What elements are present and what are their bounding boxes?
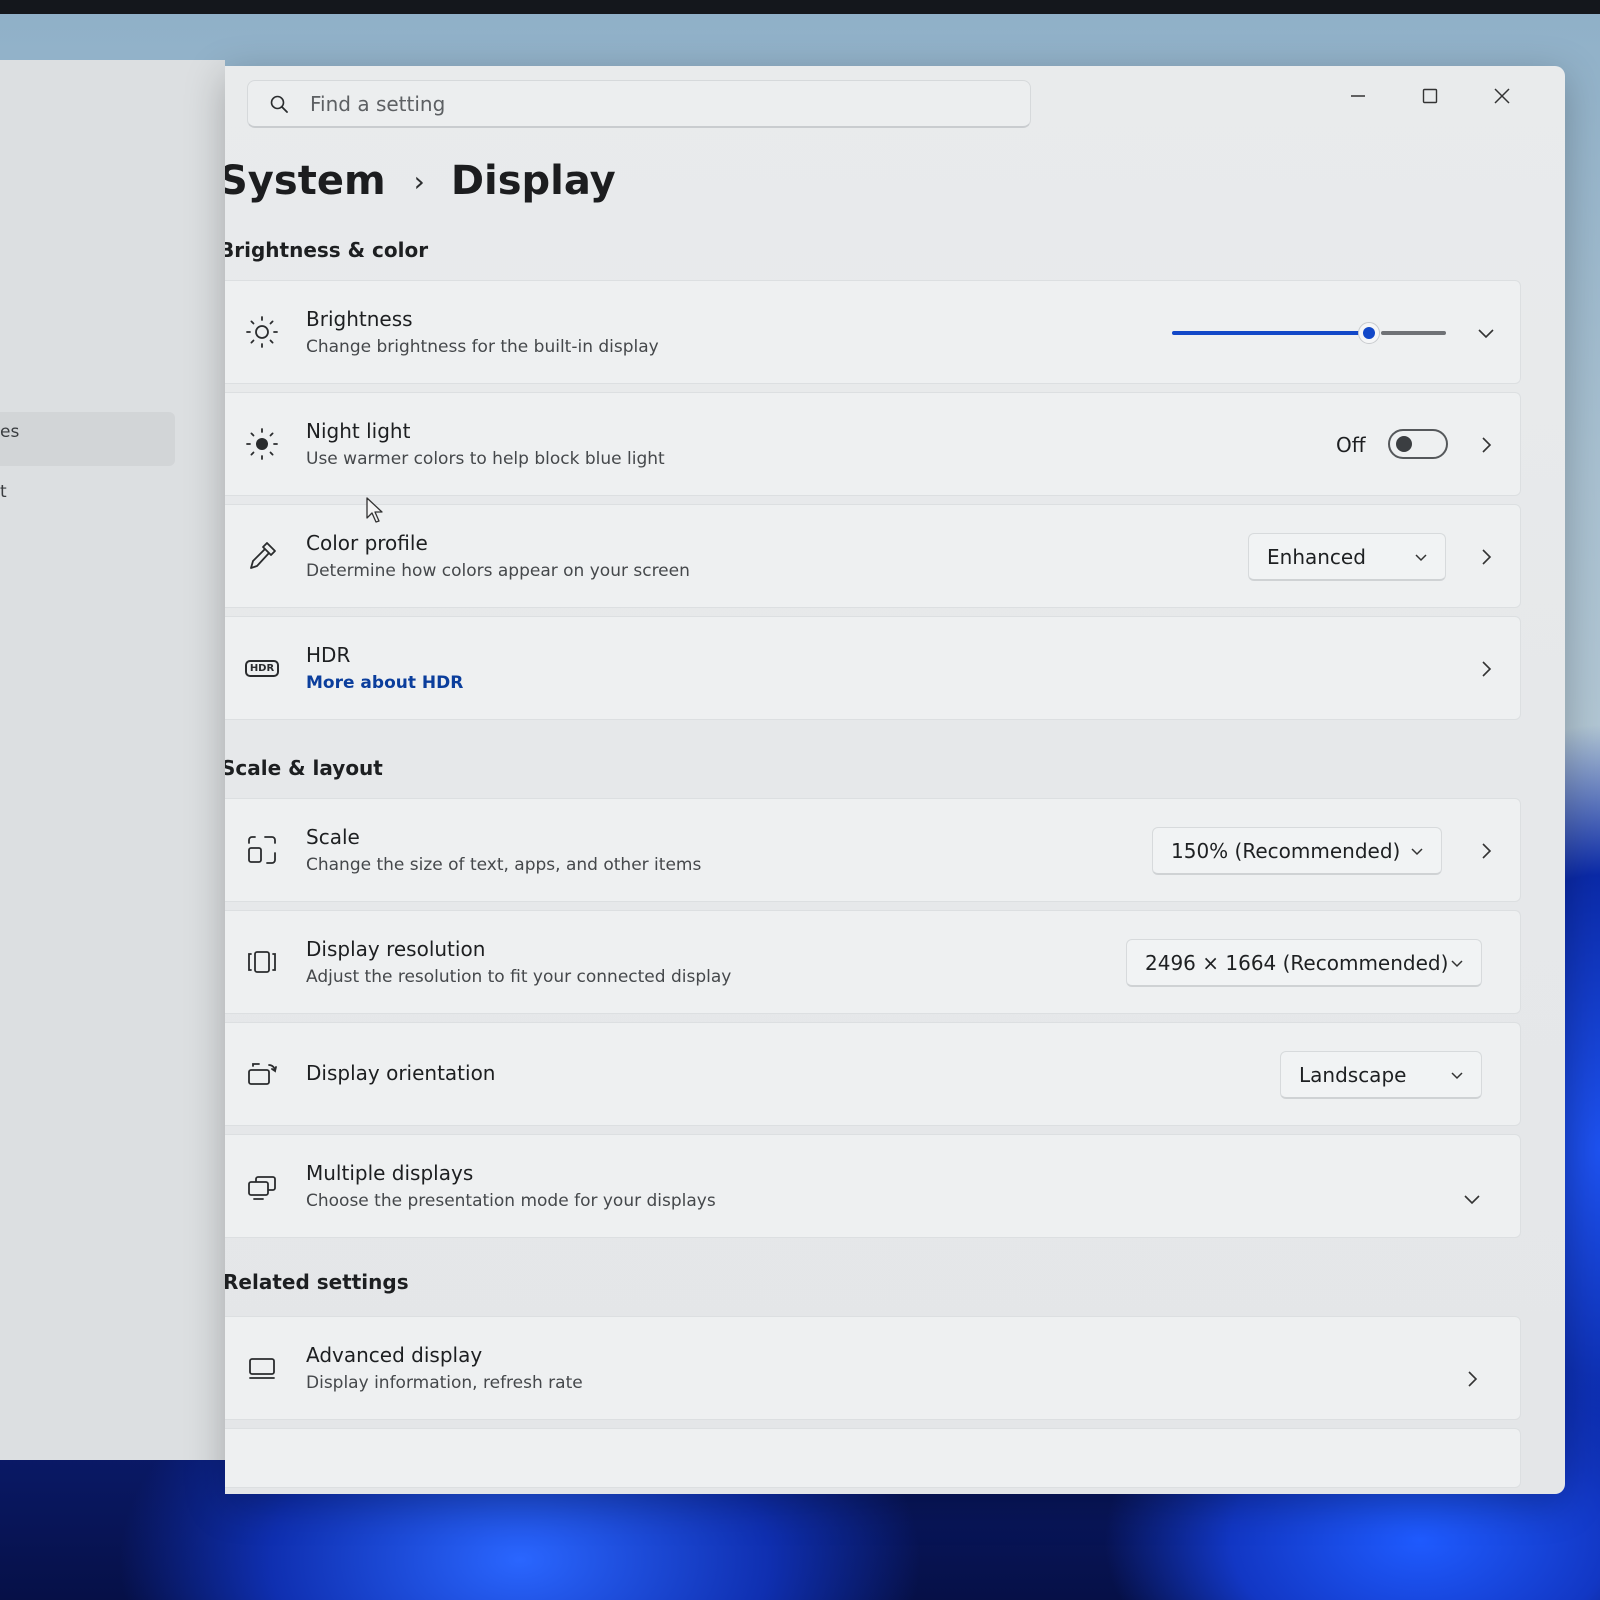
hdr-icon-label: HDR (244, 659, 280, 677)
advanced-display-title: Advanced display (306, 1343, 483, 1367)
brightness-title: Brightness (306, 307, 413, 331)
maximize-icon (1422, 88, 1438, 104)
scale-dropdown[interactable]: 150% (Recommended) (1152, 827, 1442, 875)
night-light-icon (244, 426, 280, 462)
multiple-displays-title: Multiple displays (306, 1161, 474, 1185)
chevron-down-icon (1411, 847, 1423, 855)
scale-title: Scale (306, 825, 360, 849)
color-profile-value: Enhanced (1267, 544, 1366, 569)
more-about-hdr-link[interactable]: More about HDR (306, 673, 463, 693)
display-orientation-dropdown[interactable]: Landscape (1280, 1051, 1482, 1099)
night-light-title: Night light (306, 419, 411, 443)
chevron-right-icon[interactable] (1460, 1367, 1484, 1391)
chevron-right-icon[interactable] (1474, 545, 1498, 569)
chevron-right-icon[interactable] (1474, 839, 1498, 863)
color-profile-title: Color profile (306, 531, 428, 555)
page-title: Display (450, 158, 616, 204)
hdr-icon: HDR (244, 650, 280, 686)
brightness-slider-track (1381, 331, 1446, 335)
breadcrumb-separator: › (413, 164, 425, 198)
orientation-icon (244, 1056, 280, 1092)
multiple-displays-card[interactable]: Multiple displays Choose the presentatio… (225, 1134, 1521, 1238)
multiple-displays-icon (244, 1168, 280, 1204)
chevron-down-icon (1451, 1071, 1463, 1079)
night-light-toggle[interactable] (1388, 429, 1448, 459)
chevron-down-icon (1451, 959, 1463, 967)
section-title-scale-layout: Scale & layout (225, 756, 383, 780)
display-orientation-card[interactable]: Display orientation Landscape (225, 1022, 1521, 1126)
advanced-display-subtitle: Display information, refresh rate (306, 1373, 583, 1393)
scale-card[interactable]: Scale Change the size of text, apps, and… (225, 798, 1521, 902)
next-card-partial[interactable] (225, 1428, 1521, 1488)
close-icon (1494, 88, 1510, 104)
minimize-icon (1351, 95, 1365, 97)
night-light-status: Off (1336, 433, 1366, 457)
display-orientation-title: Display orientation (306, 1061, 496, 1085)
scale-icon (244, 832, 280, 868)
hdr-title: HDR (306, 643, 351, 667)
color-profile-subtitle: Determine how colors appear on your scre… (306, 561, 690, 581)
resolution-icon (244, 944, 280, 980)
night-light-card[interactable]: Night light Use warmer colors to help bl… (225, 392, 1521, 496)
chevron-right-icon[interactable] (1474, 657, 1498, 681)
chevron-down-icon[interactable] (1460, 1187, 1484, 1211)
display-orientation-value: Landscape (1299, 1062, 1407, 1087)
sidebar-item-partial[interactable]: es (0, 422, 19, 442)
chevron-down-icon[interactable] (1474, 321, 1498, 345)
minimize-button[interactable] (1327, 76, 1389, 116)
settings-window: System › Display Brightness & color Brig… (225, 66, 1565, 1494)
monitor-icon (244, 1350, 280, 1386)
display-resolution-title: Display resolution (306, 937, 486, 961)
brightness-slider-fill (1172, 331, 1369, 335)
advanced-display-card[interactable]: Advanced display Display information, re… (225, 1316, 1521, 1420)
sidebar-item-selected[interactable] (0, 412, 175, 466)
settings-sidebar: es t (0, 60, 225, 1460)
display-resolution-value: 2496 × 1664 (Recommended) (1145, 950, 1449, 975)
scale-subtitle: Change the size of text, apps, and other… (306, 855, 702, 875)
search-icon (270, 95, 288, 113)
sidebar-item-partial[interactable]: t (0, 482, 7, 502)
display-resolution-subtitle: Adjust the resolution to fit your connec… (306, 967, 732, 987)
display-resolution-dropdown[interactable]: 2496 × 1664 (Recommended) (1126, 939, 1482, 987)
sun-icon (244, 314, 280, 350)
night-light-subtitle: Use warmer colors to help block blue lig… (306, 449, 665, 469)
chevron-right-icon[interactable] (1474, 433, 1498, 457)
display-resolution-card[interactable]: Display resolution Adjust the resolution… (225, 910, 1521, 1014)
section-title-brightness-color: Brightness & color (225, 238, 429, 262)
multiple-displays-subtitle: Choose the presentation mode for your di… (306, 1191, 716, 1211)
color-picker-icon (244, 538, 280, 574)
breadcrumb-parent[interactable]: System (225, 158, 386, 204)
search-input[interactable] (310, 91, 910, 116)
breadcrumb: System › Display (225, 158, 616, 204)
mouse-cursor-icon (366, 497, 383, 523)
chevron-down-icon (1415, 553, 1427, 561)
brightness-card[interactable]: Brightness Change brightness for the bui… (225, 280, 1521, 384)
color-profile-card[interactable]: Color profile Determine how colors appea… (225, 504, 1521, 608)
search-box[interactable] (247, 80, 1031, 128)
color-profile-dropdown[interactable]: Enhanced (1248, 533, 1446, 581)
toggle-knob (1396, 436, 1412, 452)
brightness-slider-thumb[interactable] (1358, 322, 1380, 344)
brightness-subtitle: Change brightness for the built-in displ… (306, 337, 659, 357)
hdr-card[interactable]: HDR HDR More about HDR (225, 616, 1521, 720)
scale-value: 150% (Recommended) (1171, 838, 1401, 863)
section-title-related-settings: Related settings (225, 1270, 409, 1294)
maximize-button[interactable] (1399, 76, 1461, 116)
close-button[interactable] (1471, 76, 1533, 116)
screen-bezel (0, 0, 1600, 14)
